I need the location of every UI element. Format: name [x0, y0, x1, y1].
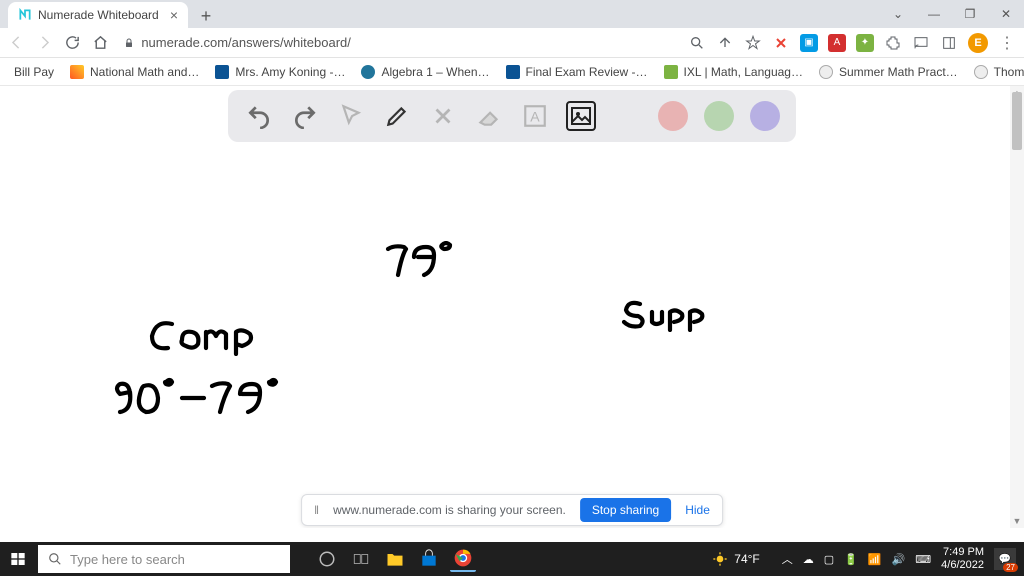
url-field[interactable]: numerade.com/answers/whiteboard/ [123, 35, 678, 50]
star-icon[interactable] [744, 34, 762, 52]
start-button[interactable] [0, 542, 36, 576]
meet-now-icon[interactable]: ▢ [824, 553, 834, 566]
taskbar-search[interactable]: Type here to search [38, 545, 290, 573]
extension-icon[interactable] [772, 34, 790, 52]
taskbar: Type here to search 74°F ︿ ☁ ▢ 🔋 📶 🔊 ⌨ 7… [0, 542, 1024, 576]
wifi-icon[interactable]: 📶 [868, 553, 882, 566]
store-icon[interactable] [416, 546, 442, 572]
caret-down-icon[interactable]: ⌄ [880, 0, 916, 28]
bookmark-item[interactable]: National Math and… [70, 65, 199, 79]
file-explorer-icon[interactable] [382, 546, 408, 572]
tray-chevron-icon[interactable]: ︿ [782, 551, 793, 567]
tab-bar: Numerade Whiteboard × + ⌄ — ❐ ✕ [0, 0, 1024, 28]
bookmark-item[interactable]: Summer Math Pract… [819, 65, 958, 79]
vertical-scrollbar[interactable]: ▲ ▼ [1010, 86, 1024, 528]
numerade-favicon-icon [18, 8, 32, 22]
pause-icon: ‖ [314, 503, 319, 517]
ink-label-supp [618, 298, 718, 332]
action-center-icon[interactable]: 💬27 [994, 548, 1016, 570]
windows-icon [10, 551, 26, 567]
extension-icon[interactable]: ▣ [800, 34, 818, 52]
sidepanel-icon[interactable] [940, 34, 958, 52]
bookmark-item[interactable]: Mrs. Amy Koning -… [215, 65, 345, 79]
forward-icon[interactable] [36, 34, 54, 52]
bookmark-item[interactable]: Thomastik-Infeld C… [974, 65, 1024, 79]
back-icon[interactable] [8, 34, 26, 52]
search-placeholder: Type here to search [70, 552, 185, 567]
chrome-icon[interactable] [450, 546, 476, 572]
taskbar-pinned [314, 546, 476, 572]
address-bar: numerade.com/answers/whiteboard/ ▣ A ✦ E… [0, 28, 1024, 58]
bookmark-favicon-icon [974, 65, 988, 79]
search-icon [48, 552, 62, 566]
scroll-thumb[interactable] [1012, 92, 1022, 150]
page-content: A [0, 86, 1024, 528]
home-icon[interactable] [91, 34, 109, 52]
maximize-icon[interactable]: ❐ [952, 0, 988, 28]
bookmark-favicon-icon [361, 65, 375, 79]
task-view-icon[interactable] [348, 546, 374, 572]
system-tray: 74°F ︿ ☁ ▢ 🔋 📶 🔊 ⌨ 7:49 PM 4/6/2022 💬27 [712, 546, 1024, 571]
bookmark-item[interactable]: Algebra 1 – When… [361, 65, 489, 79]
hide-share-button[interactable]: Hide [685, 503, 710, 517]
profile-avatar[interactable]: E [968, 33, 988, 53]
sun-icon [712, 551, 728, 567]
lock-icon [123, 37, 135, 49]
zoom-icon[interactable] [688, 34, 706, 52]
close-tab-icon[interactable]: × [170, 7, 178, 23]
stop-sharing-button[interactable]: Stop sharing [580, 498, 671, 522]
reload-icon[interactable] [64, 34, 82, 52]
cast-icon[interactable] [912, 34, 930, 52]
bookmark-item[interactable]: Bill Pay [14, 65, 54, 79]
bookmark-favicon-icon [664, 65, 678, 79]
extension-icon[interactable]: A [828, 34, 846, 52]
language-icon[interactable]: ⌨ [915, 553, 931, 566]
whiteboard-canvas[interactable] [0, 86, 1010, 528]
screen-share-bar: ‖ www.numerade.com is sharing your scree… [301, 494, 723, 526]
weather-widget[interactable]: 74°F [712, 551, 759, 567]
close-window-icon[interactable]: ✕ [988, 0, 1024, 28]
bookmark-favicon-icon [70, 65, 84, 79]
onedrive-icon[interactable]: ☁ [803, 553, 814, 566]
share-icon[interactable] [716, 34, 734, 52]
ink-label-comp [146, 316, 266, 356]
notification-badge: 27 [1003, 563, 1018, 572]
scroll-down-icon[interactable]: ▼ [1010, 514, 1024, 528]
volume-icon[interactable]: 🔊 [892, 553, 906, 566]
bookmark-favicon-icon [819, 65, 833, 79]
tab-title: Numerade Whiteboard [38, 8, 159, 22]
menu-icon[interactable]: ⋮ [998, 34, 1016, 52]
browser-tab[interactable]: Numerade Whiteboard × [8, 2, 188, 28]
clock[interactable]: 7:49 PM 4/6/2022 [941, 546, 984, 571]
bookmark-item[interactable]: IXL | Math, Languag… [664, 65, 803, 79]
share-text: www.numerade.com is sharing your screen. [333, 503, 566, 517]
bookmark-favicon-icon [215, 65, 229, 79]
bookmark-favicon-icon [506, 65, 520, 79]
bookmark-item[interactable]: Final Exam Review -… [506, 65, 648, 79]
ink-equation [112, 376, 282, 422]
battery-icon[interactable]: 🔋 [844, 553, 858, 566]
minimize-icon[interactable]: — [916, 0, 952, 28]
cortana-icon[interactable] [314, 546, 340, 572]
url-text: numerade.com/answers/whiteboard/ [141, 35, 351, 50]
new-tab-button[interactable]: + [194, 4, 218, 28]
ink-angle-79 [384, 241, 464, 281]
window-controls: ⌄ — ❐ ✕ [880, 0, 1024, 28]
extension-icon[interactable]: ✦ [856, 34, 874, 52]
extensions-icon[interactable] [884, 34, 902, 52]
bookmarks-bar: Bill Pay National Math and… Mrs. Amy Kon… [0, 58, 1024, 86]
